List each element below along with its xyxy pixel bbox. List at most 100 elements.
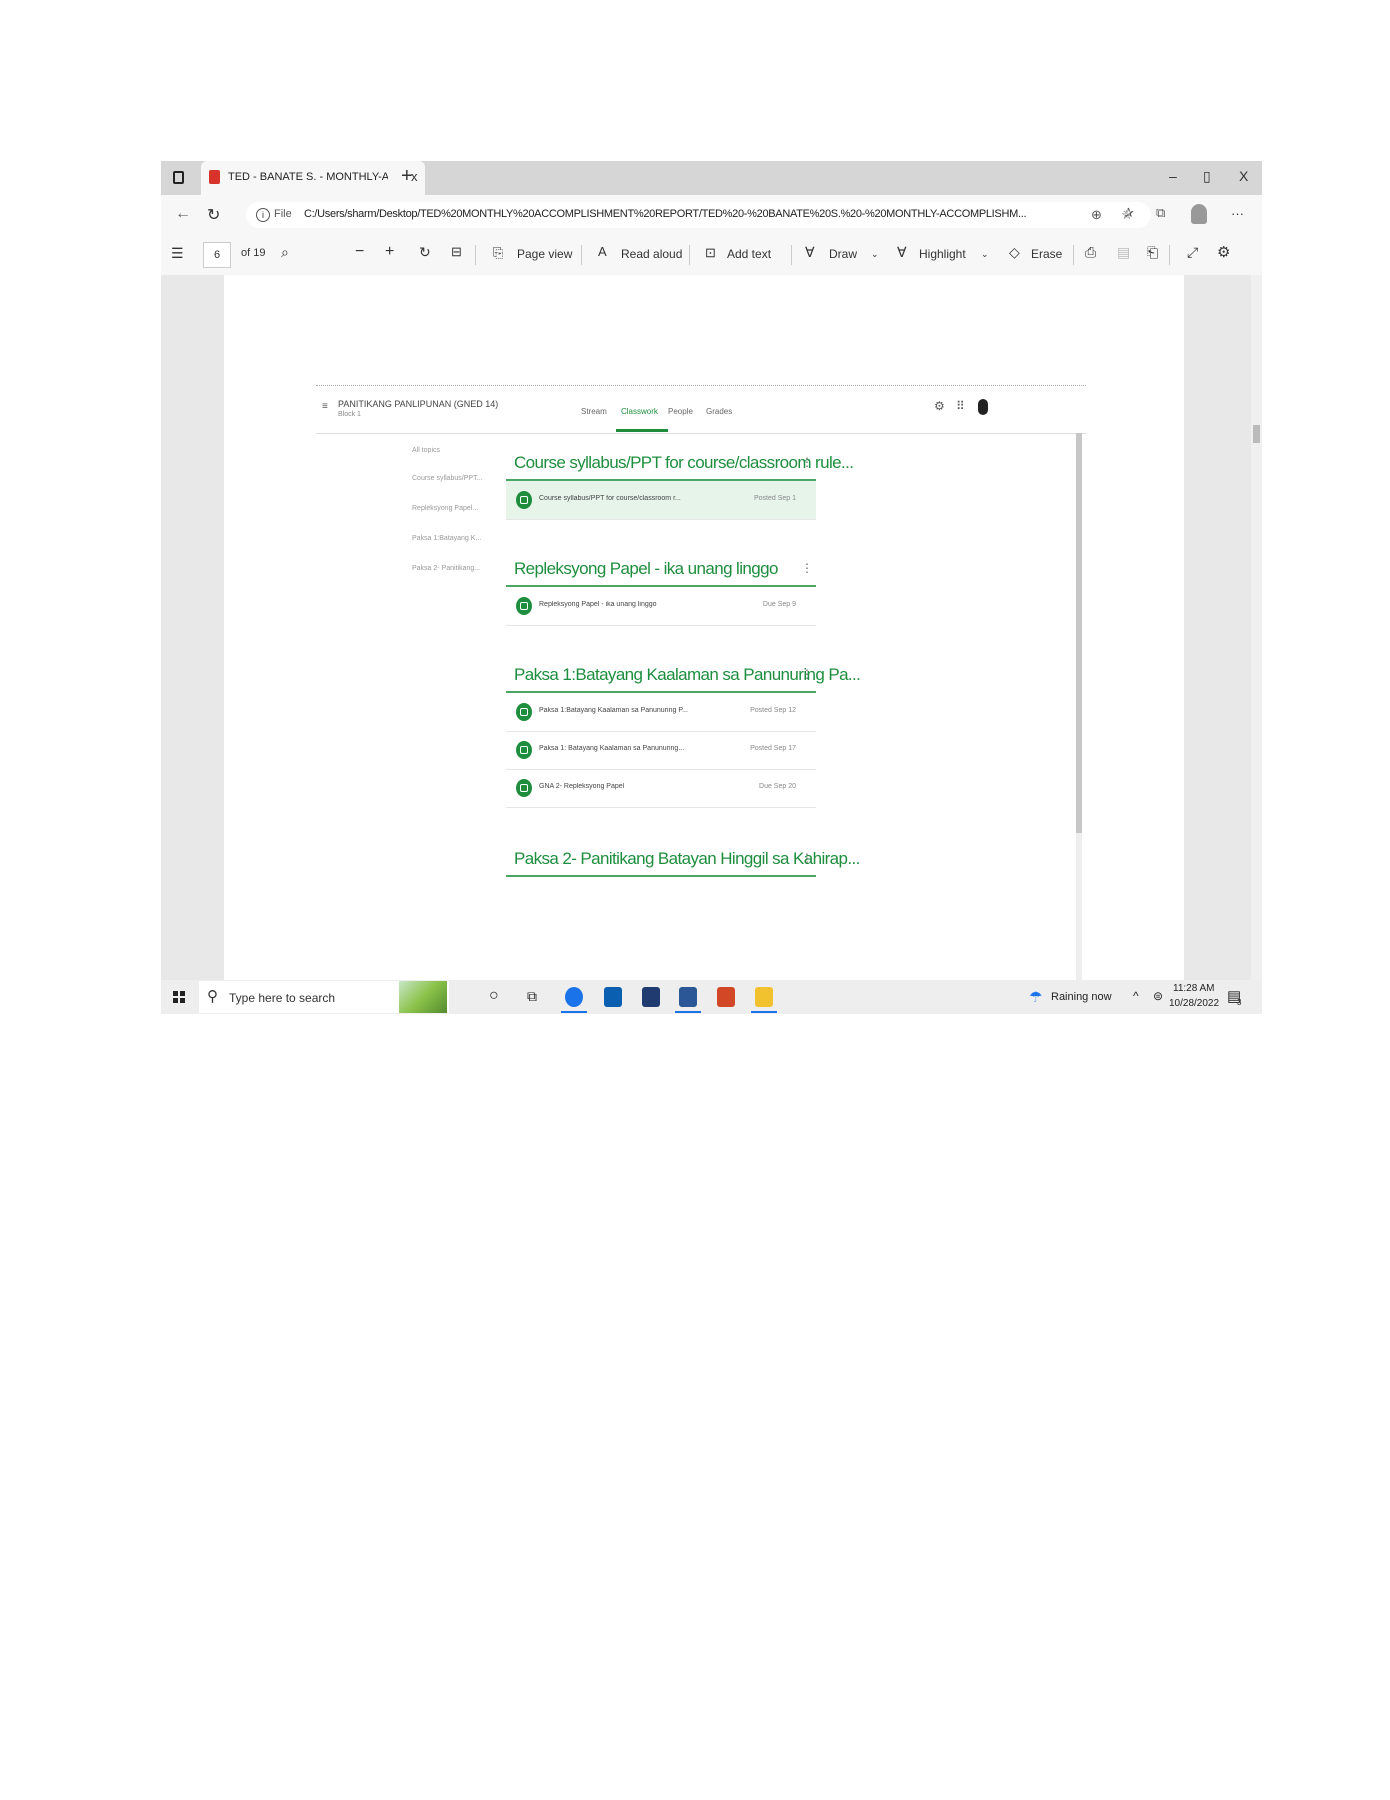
- clock-date[interactable]: 10/28/2022: [1169, 998, 1219, 1009]
- read-aloud-button[interactable]: Read aloud: [621, 247, 682, 261]
- favorites-icon[interactable]: ✰: [1123, 205, 1134, 221]
- page-number-input[interactable]: 6: [203, 242, 231, 268]
- save-icon[interactable]: ▤: [1117, 244, 1130, 261]
- classroom-tab-stream: Stream: [581, 407, 607, 416]
- browser-tab[interactable]: TED - BANATE S. - MONTHLY-AC x: [201, 161, 425, 195]
- topic-title: Paksa 1:Batayang Kaalaman sa Panunuring …: [514, 665, 861, 684]
- edge-icon[interactable]: [565, 987, 583, 1007]
- refresh-icon[interactable]: ↻: [207, 205, 220, 225]
- material-title: Repleksyong Papel - ika unang linggo: [539, 601, 657, 608]
- back-arrow-icon[interactable]: ←: [175, 205, 191, 223]
- more-menu-icon[interactable]: ···: [1231, 206, 1244, 221]
- toolbar-divider: [581, 245, 582, 265]
- start-windows-icon[interactable]: [173, 991, 185, 1003]
- pdf-viewer[interactable]: ≡ PANITIKANG PANLIPUNAN (GNED 14) Block …: [161, 275, 1262, 980]
- material-row: Paksa 1:Batayang Kaalaman sa Panunuring …: [506, 693, 816, 732]
- classroom-scroll-thumb: [1076, 433, 1082, 833]
- draw-button[interactable]: Draw: [829, 247, 857, 261]
- highlight-button[interactable]: Highlight: [919, 247, 966, 261]
- word-icon[interactable]: [679, 987, 697, 1007]
- page-total: of 19: [241, 247, 266, 259]
- erase-button[interactable]: Erase: [1031, 247, 1062, 261]
- url-field[interactable]: i File C:/Users/sharm/Desktop/TED%20MONT…: [246, 202, 1151, 228]
- viewer-scroll-thumb[interactable]: [1253, 425, 1260, 443]
- notification-count: 3: [1237, 998, 1242, 1007]
- page-view-button[interactable]: Page view: [517, 247, 572, 261]
- minimize-button[interactable]: –: [1169, 168, 1177, 184]
- material-date: Due Sep 9: [762, 601, 796, 608]
- file-explorer-icon[interactable]: [755, 987, 773, 1007]
- collections-icon[interactable]: ⧉: [1156, 205, 1165, 221]
- fit-page-icon[interactable]: ⊟: [451, 244, 462, 260]
- draw-chevron-down-icon[interactable]: ⌄: [871, 249, 879, 260]
- material-icon: [516, 597, 532, 615]
- material-row: Repleksyong Papel - ika unang linggo Due…: [506, 587, 816, 626]
- tray-chevron-up-icon[interactable]: ^: [1133, 989, 1139, 1003]
- settings-gear-icon[interactable]: ⚙: [1217, 243, 1230, 261]
- toolbar-divider: [791, 245, 792, 265]
- find-icon[interactable]: ⌕: [281, 244, 289, 261]
- toolbar-divider: [1169, 245, 1170, 265]
- zoom-icon[interactable]: ⊕: [1091, 207, 1102, 223]
- classroom-tab-classwork: Classwork: [621, 407, 658, 416]
- classroom-avatar: [978, 399, 988, 415]
- topic-more-icon: ⋮: [801, 851, 813, 865]
- draw-icon: ∀: [805, 244, 815, 260]
- zoom-out-icon[interactable]: −: [355, 243, 364, 261]
- cortana-icon[interactable]: ○: [489, 987, 499, 1005]
- network-icon[interactable]: ⊜: [1153, 989, 1163, 1003]
- material-row: GNA 2- Repleksyong Papel Due Sep 20: [506, 769, 816, 808]
- active-app-indicator: [561, 1011, 587, 1013]
- erase-icon: ◇: [1009, 244, 1020, 260]
- material-date: Posted Sep 1: [753, 495, 796, 502]
- active-app-indicator: [675, 1011, 701, 1013]
- pdf-file-icon: [209, 170, 220, 184]
- weather-status[interactable]: Raining now: [1051, 991, 1112, 1003]
- topic-nav-item: All topics: [412, 447, 441, 454]
- highlight-icon: ∀: [897, 244, 907, 260]
- topic-more-icon: ⋮: [801, 667, 813, 681]
- profile-avatar[interactable]: [1191, 204, 1207, 224]
- clock-time[interactable]: 11:28 AM: [1173, 983, 1215, 994]
- material-row: Course syllabus/PPT for course/classroom…: [506, 481, 816, 520]
- store-icon[interactable]: [642, 987, 660, 1007]
- fullscreen-icon[interactable]: ⤢: [1187, 244, 1198, 261]
- material-icon: [516, 703, 532, 721]
- active-tab-indicator: [616, 429, 668, 432]
- zoom-in-icon[interactable]: +: [385, 243, 394, 261]
- task-view-icon[interactable]: ⧉: [527, 988, 537, 1005]
- tab-actions-icon[interactable]: [173, 171, 184, 184]
- search-highlight-image: [399, 981, 447, 1013]
- material-icon: [516, 491, 532, 509]
- url-text[interactable]: C:/Users/sharm/Desktop/TED%20MONTHLY%20A…: [304, 208, 1034, 220]
- save-as-icon[interactable]: ⎗: [1147, 244, 1158, 261]
- new-tab-button[interactable]: +: [401, 165, 413, 188]
- material-icon: [516, 741, 532, 759]
- mail-icon[interactable]: [604, 987, 622, 1007]
- restore-button[interactable]: ▯: [1203, 168, 1211, 185]
- add-text-button[interactable]: Add text: [727, 247, 771, 261]
- info-icon[interactable]: i: [256, 208, 270, 222]
- print-icon[interactable]: ⎙: [1085, 244, 1096, 261]
- classroom-header: ≡ PANITIKANG PANLIPUNAN (GNED 14) Block …: [316, 385, 1086, 434]
- close-window-button[interactable]: X: [1239, 168, 1248, 184]
- contents-icon[interactable]: ☰: [171, 245, 184, 262]
- material-title: GNA 2- Repleksyong Papel: [539, 783, 625, 790]
- search-input[interactable]: Type here to search: [229, 991, 335, 1005]
- topic-nav-item: Paksa 1:Batayang K...: [412, 535, 482, 542]
- weather-rain-icon: ☂: [1029, 989, 1043, 1006]
- highlight-chevron-down-icon[interactable]: ⌄: [981, 249, 989, 260]
- topic-more-icon: ⋮: [801, 455, 813, 469]
- address-bar: ← ↻ i File C:/Users/sharm/Desktop/TED%20…: [161, 195, 1262, 235]
- classroom-menu-icon: ≡: [322, 401, 328, 412]
- viewer-scrollbar[interactable]: [1251, 275, 1262, 980]
- rotate-icon[interactable]: ↻: [419, 244, 431, 261]
- tab-title: TED - BANATE S. - MONTHLY-AC: [228, 171, 388, 183]
- topic-nav-item: Paksa 2- Panitikang...: [412, 565, 481, 572]
- material-title: Paksa 1: Batayang Kaalaman sa Panunuring…: [539, 745, 685, 752]
- topic-title: Course syllabus/PPT for course/classroom…: [514, 453, 854, 472]
- taskbar-search[interactable]: ⚲ Type here to search: [199, 981, 449, 1013]
- material-date: Posted Sep 17: [750, 745, 796, 752]
- screenshot-window: TED - BANATE S. - MONTHLY-AC x + – ▯ X ←…: [161, 161, 1262, 1014]
- powerpoint-icon[interactable]: [717, 987, 735, 1007]
